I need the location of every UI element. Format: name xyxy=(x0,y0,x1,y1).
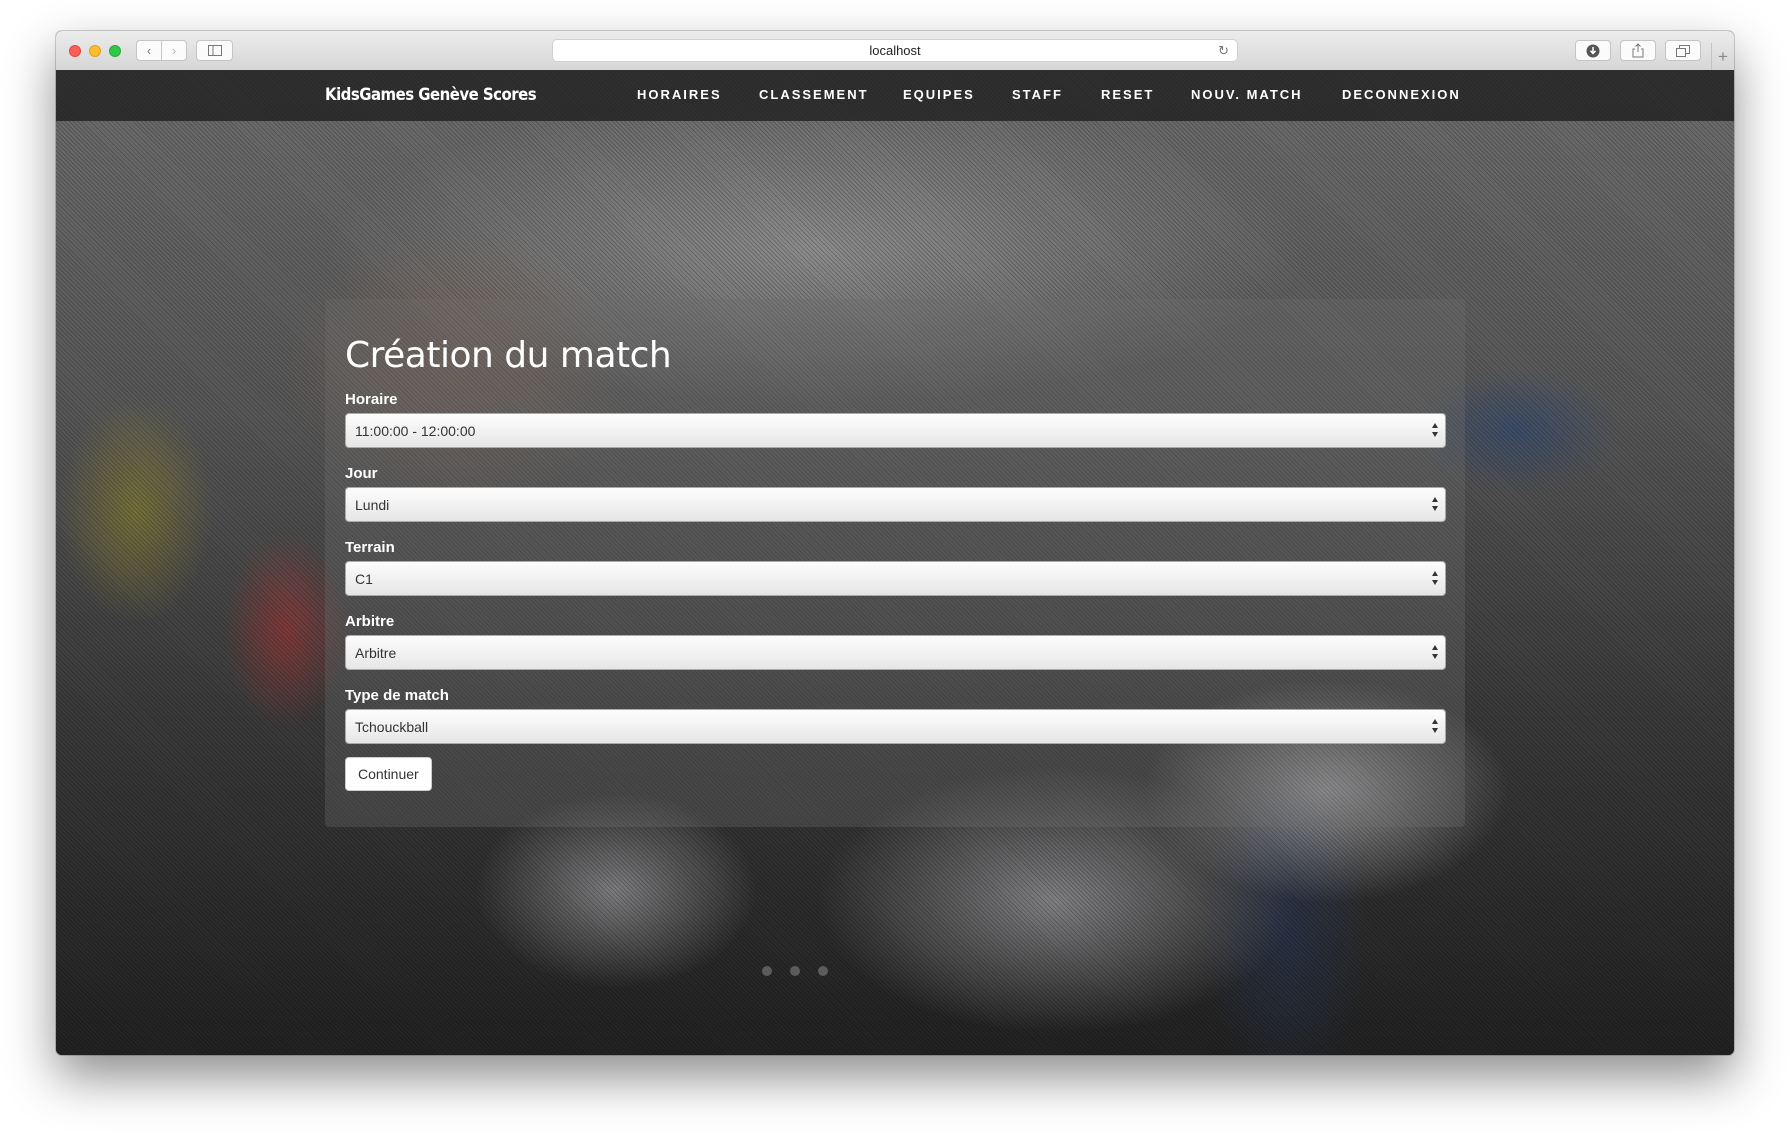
reload-icon[interactable]: ↻ xyxy=(1218,43,1229,59)
match-creation-form: Création du match Horaire 11:00:00 - 12:… xyxy=(325,299,1465,827)
share-icon xyxy=(1632,43,1644,58)
arbitre-value: Arbitre xyxy=(355,644,397,661)
chevron-left-icon: ‹ xyxy=(146,43,152,58)
sidebar-icon xyxy=(207,45,222,56)
horaire-select[interactable]: 11:00:00 - 12:00:00 xyxy=(345,413,1446,448)
carousel-dot[interactable] xyxy=(790,966,800,976)
address-bar[interactable]: localhost ↻ xyxy=(552,39,1238,62)
arbitre-label: Arbitre xyxy=(345,613,395,630)
close-window-button[interactable] xyxy=(69,45,81,57)
share-button[interactable] xyxy=(1620,40,1656,61)
horaire-label: Horaire xyxy=(345,391,398,408)
arbitre-select[interactable]: Arbitre xyxy=(345,635,1446,670)
select-arrows-icon xyxy=(1432,423,1438,437)
select-arrows-icon xyxy=(1432,571,1438,585)
address-text: localhost xyxy=(869,43,921,58)
jour-value: Lundi xyxy=(355,496,390,513)
sidebar-toggle-button[interactable] xyxy=(196,40,233,61)
carousel-indicators xyxy=(762,966,828,976)
new-tab-button[interactable]: + xyxy=(1711,43,1734,70)
download-icon xyxy=(1586,44,1600,57)
select-arrows-icon xyxy=(1432,497,1438,511)
nav-link-equipes[interactable]: EQUIPES xyxy=(903,87,975,102)
jour-select[interactable]: Lundi xyxy=(345,487,1446,522)
web-page: KidsGames Genève Scores HORAIRES CLASSEM… xyxy=(56,70,1734,1055)
minimize-window-button[interactable] xyxy=(89,45,101,57)
carousel-dot[interactable] xyxy=(762,966,772,976)
type-de-match-select[interactable]: Tchouckball xyxy=(345,709,1446,744)
nav-links: HORAIRES CLASSEMENT EQUIPES STAFF RESET … xyxy=(56,70,1734,121)
nav-link-reset[interactable]: RESET xyxy=(1101,87,1154,102)
select-arrows-icon xyxy=(1432,645,1438,659)
jour-label: Jour xyxy=(345,465,378,482)
browser-window: ‹ › localhost ↻ + KidsGames Genève Score… xyxy=(56,31,1734,1055)
browser-toolbar: ‹ › localhost ↻ + xyxy=(56,31,1734,71)
show-tabs-button[interactable] xyxy=(1665,40,1701,61)
type-de-match-label: Type de match xyxy=(345,687,449,704)
nav-link-nouv-match[interactable]: NOUV. MATCH xyxy=(1191,87,1303,102)
zoom-window-button[interactable] xyxy=(109,45,121,57)
tabs-icon xyxy=(1676,44,1690,57)
nav-link-deconnexion[interactable]: DECONNEXION xyxy=(1342,87,1461,102)
type-de-match-value: Tchouckball xyxy=(355,718,429,735)
chevron-right-icon: › xyxy=(171,43,177,58)
nav-link-classement[interactable]: CLASSEMENT xyxy=(759,87,869,102)
terrain-label: Terrain xyxy=(345,539,395,556)
back-button[interactable]: ‹ xyxy=(136,40,162,61)
form-title: Création du match xyxy=(345,335,672,376)
plus-icon: + xyxy=(1718,46,1728,66)
terrain-value: C1 xyxy=(355,570,373,587)
nav-link-horaires[interactable]: HORAIRES xyxy=(637,87,722,102)
site-navbar: KidsGames Genève Scores HORAIRES CLASSEM… xyxy=(56,70,1734,121)
downloads-button[interactable] xyxy=(1575,40,1611,61)
continue-button[interactable]: Continuer xyxy=(345,757,432,791)
nav-link-staff[interactable]: STAFF xyxy=(1012,87,1063,102)
horaire-value: 11:00:00 - 12:00:00 xyxy=(355,422,476,439)
forward-button[interactable]: › xyxy=(161,40,187,61)
select-arrows-icon xyxy=(1432,719,1438,733)
terrain-select[interactable]: C1 xyxy=(345,561,1446,596)
carousel-dot[interactable] xyxy=(818,966,828,976)
